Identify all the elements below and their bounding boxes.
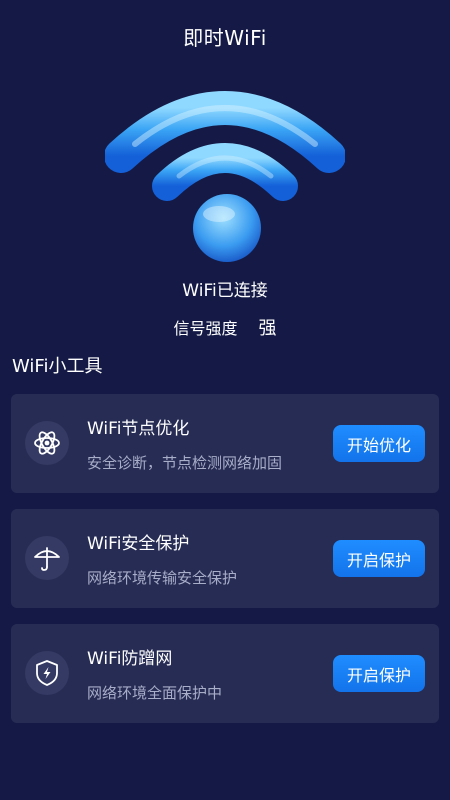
- signal-strength: 信号强度 强: [0, 314, 450, 340]
- tools-section-title: WiFi小工具: [12, 356, 103, 377]
- umbrella-icon: [34, 547, 60, 571]
- tool-card-anti-leech: WiFi防蹭网 网络环境全面保护中 开启保护: [11, 624, 439, 723]
- tool-description: 安全诊断，节点检测网络加固: [87, 454, 283, 472]
- tool-description: 网络环境传输安全保护: [87, 569, 238, 587]
- enable-protection-button[interactable]: 开启保护: [333, 540, 425, 577]
- tool-title: WiFi节点优化: [87, 419, 190, 439]
- page-title: 即时WiFi: [183, 26, 267, 50]
- atom-icon: [34, 431, 60, 455]
- tool-title: WiFi防蹭网: [87, 649, 173, 669]
- start-optimize-button[interactable]: 开始优化: [333, 425, 425, 462]
- tool-card-node-optimize: WiFi节点优化 安全诊断，节点检测网络加固 开始优化: [11, 394, 439, 493]
- shield-bolt-icon-badge: [25, 651, 69, 695]
- signal-strength-label: 信号强度: [173, 319, 238, 338]
- signal-strength-value: 强: [258, 318, 277, 339]
- shield-bolt-icon: [36, 660, 58, 686]
- tool-description: 网络环境全面保护中: [87, 684, 223, 702]
- enable-protection-button[interactable]: 开启保护: [333, 655, 425, 692]
- umbrella-icon-badge: [25, 536, 69, 580]
- atom-icon-badge: [25, 421, 69, 465]
- wifi-signal-icon: [105, 91, 345, 262]
- app-screen: 即时WiFi WiFi已连接 信号强度 强 WiFi小工具 WiFi节点优化 安…: [0, 0, 450, 800]
- tool-card-security: WiFi安全保护 网络环境传输安全保护 开启保护: [11, 509, 439, 608]
- tool-title: WiFi安全保护: [87, 534, 190, 554]
- connection-status: WiFi已连接: [182, 281, 268, 301]
